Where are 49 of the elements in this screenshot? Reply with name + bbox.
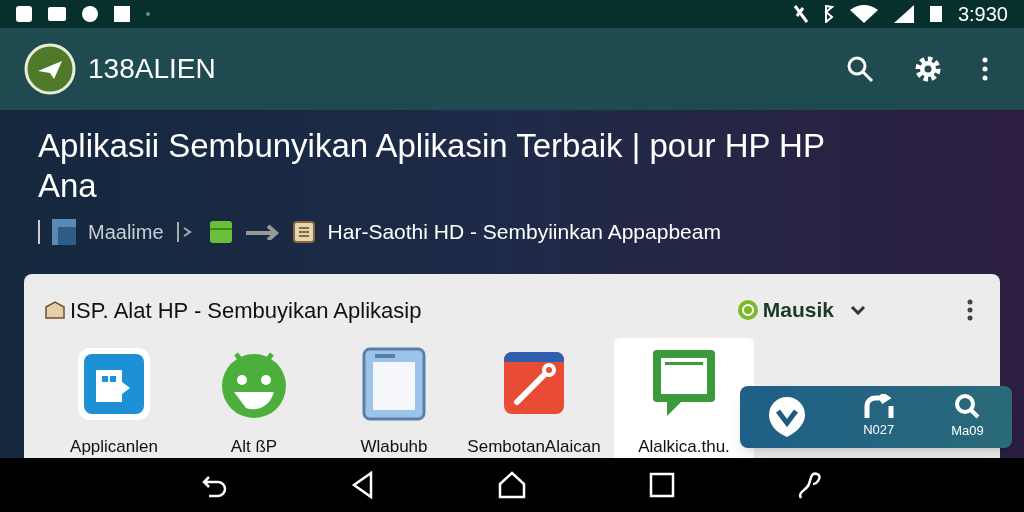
home-button[interactable] (497, 471, 527, 499)
toolbar-button[interactable]: Ma09 (939, 389, 996, 445)
puzzle-app-icon (76, 346, 152, 422)
search-icon (846, 55, 874, 83)
recents-button[interactable] (649, 472, 675, 498)
settings-icon (913, 54, 943, 84)
app-label: Applicanlen (70, 436, 158, 458)
notification-icon (82, 6, 98, 22)
category-dropdown[interactable]: Mausik (736, 294, 866, 326)
window-icon (52, 219, 76, 245)
back-triangle-button[interactable] (351, 471, 375, 499)
card-title: ISP. Alat HP - Sembuyikan Aplikasip (70, 296, 422, 325)
music-icon (736, 299, 759, 321)
app-tile[interactable]: SembotanAlaican (464, 338, 604, 458)
more-icon (982, 57, 988, 81)
chevron-badge-icon (768, 396, 807, 438)
more-icon (967, 299, 973, 321)
tablet-app-icon (361, 346, 427, 422)
document-icon (291, 220, 316, 244)
notification-icon (114, 6, 130, 22)
breadcrumb-item[interactable]: Har-Saothi HD - Sembyiinkan Appapbeam (327, 216, 721, 248)
app-label: SembotanAlaican (467, 436, 601, 458)
mute-icon (793, 5, 808, 23)
bluetooth-icon (823, 5, 834, 23)
app-label: Alalkica.thu. (638, 436, 730, 458)
notification-icon (16, 6, 32, 22)
return-arrow-icon (862, 394, 895, 419)
dot-icon (146, 12, 150, 16)
app-tile[interactable]: Wlabuhb (324, 338, 464, 458)
search-icon (954, 393, 981, 420)
page-title: Aplikasii Sembunyikan Aplikasin Terbaik | pour HP HP Ana (38, 126, 826, 206)
clock-time: 3:930 (957, 2, 1008, 27)
cube-icon (207, 219, 234, 245)
signal-icon (893, 5, 914, 23)
app-title: 138ALIEN (88, 52, 216, 86)
app-label: Alt ßP (230, 436, 278, 458)
toolbar-button[interactable]: N027 (850, 390, 907, 444)
arrow-right-icon (245, 224, 280, 240)
plane-logo-icon (24, 43, 76, 95)
app-label: Wlabuhb (360, 436, 428, 458)
notification-icon (48, 7, 66, 21)
app-tile[interactable]: Applicanlen (44, 338, 184, 458)
wifi-icon (849, 5, 878, 23)
breadcrumb-item[interactable]: Maalime (88, 217, 164, 247)
squiggle-button[interactable] (797, 470, 823, 500)
battery-icon (929, 6, 942, 22)
caret-icon (850, 305, 866, 315)
app-tile[interactable]: Alt ßP (184, 338, 324, 458)
app-tile[interactable]: Alalkica.thu. (614, 338, 754, 458)
